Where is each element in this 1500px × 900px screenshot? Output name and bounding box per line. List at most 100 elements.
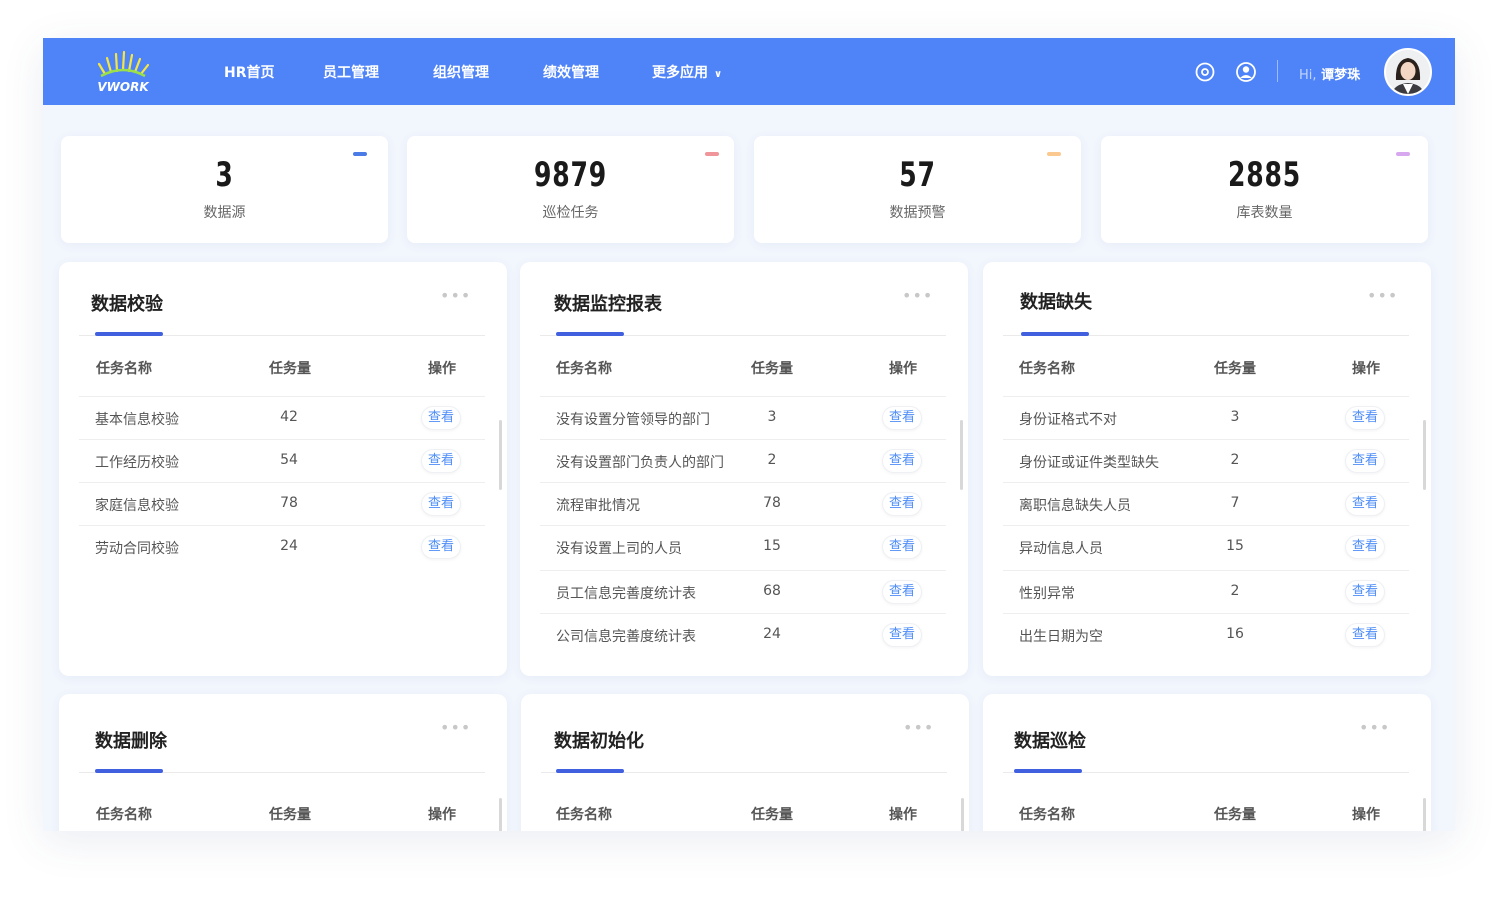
logo-text: VWORK bbox=[97, 80, 149, 94]
view-button[interactable]: 查看 bbox=[1345, 406, 1385, 430]
task-count: 7 bbox=[1230, 495, 1240, 511]
view-button[interactable]: 查看 bbox=[421, 492, 461, 516]
title-underline bbox=[556, 332, 624, 336]
stat-card-table-count[interactable]: 2885 库表数量 bbox=[1101, 136, 1428, 243]
task-name: 离职信息缺失人员 bbox=[1019, 498, 1131, 514]
stat-value: 57 bbox=[899, 155, 936, 195]
greeting-hi: Hi, bbox=[1299, 68, 1317, 83]
user-icon[interactable] bbox=[1235, 61, 1257, 83]
table-row: 员工信息完善度统计表 68 查看 bbox=[540, 570, 946, 613]
nav-more-apps-label: 更多应用 bbox=[652, 65, 708, 81]
more-options-icon[interactable]: ••• bbox=[440, 718, 471, 737]
view-button[interactable]: 查看 bbox=[1345, 492, 1385, 516]
stat-value: 9879 bbox=[533, 155, 608, 195]
task-name: 出生日期为空 bbox=[1019, 629, 1103, 645]
view-button[interactable]: 查看 bbox=[421, 449, 461, 473]
column-header-task-count: 任务量 bbox=[751, 361, 793, 377]
stat-value: 3 bbox=[215, 155, 234, 195]
task-count: 3 bbox=[1230, 409, 1240, 425]
task-count: 24 bbox=[280, 538, 298, 554]
view-button[interactable]: 查看 bbox=[421, 406, 461, 430]
scrollbar[interactable] bbox=[1423, 420, 1426, 490]
task-count: 24 bbox=[763, 626, 781, 642]
view-button[interactable]: 查看 bbox=[882, 406, 922, 430]
card-title: 数据监控报表 bbox=[554, 294, 662, 315]
stat-card-data-warnings[interactable]: 57 数据预警 bbox=[754, 136, 1081, 243]
column-header-task-count: 任务量 bbox=[751, 807, 793, 823]
stat-card-inspection-tasks[interactable]: 9879 巡检任务 bbox=[407, 136, 734, 243]
nav-organization-management[interactable]: 组织管理 bbox=[433, 62, 489, 82]
column-header-task-name: 任务名称 bbox=[556, 361, 612, 377]
view-button[interactable]: 查看 bbox=[882, 623, 922, 647]
more-options-icon[interactable]: ••• bbox=[440, 286, 471, 305]
card-data-monitoring-report: 数据监控报表 ••• 任务名称 任务量 操作 没有设置分管领导的部门 3 查看 … bbox=[520, 262, 968, 676]
nav-more-apps[interactable]: 更多应用 ∨ bbox=[652, 62, 722, 82]
column-header-task-name: 任务名称 bbox=[1019, 807, 1075, 823]
scrollbar[interactable] bbox=[961, 798, 964, 831]
task-name: 性别异常 bbox=[1019, 586, 1075, 602]
more-options-icon[interactable]: ••• bbox=[902, 286, 933, 305]
card-data-inspection: 数据巡检 ••• 任务名称 任务量 操作 bbox=[983, 694, 1431, 831]
nav-hr-home[interactable]: HR首页 bbox=[224, 62, 275, 82]
chevron-down-icon: ∨ bbox=[714, 69, 723, 80]
view-button[interactable]: 查看 bbox=[1345, 580, 1385, 604]
view-button[interactable]: 查看 bbox=[1345, 535, 1385, 559]
view-button[interactable]: 查看 bbox=[1345, 623, 1385, 647]
avatar[interactable] bbox=[1384, 48, 1432, 96]
task-count: 16 bbox=[1226, 626, 1244, 642]
column-header-task-count: 任务量 bbox=[1214, 361, 1256, 377]
column-header-action: 操作 bbox=[889, 807, 917, 823]
table-row: 基本信息校验 42 查看 bbox=[79, 396, 485, 439]
view-button[interactable]: 查看 bbox=[421, 535, 461, 559]
task-name: 劳动合同校验 bbox=[95, 541, 179, 557]
card-title: 数据巡检 bbox=[1014, 731, 1086, 752]
view-button[interactable]: 查看 bbox=[882, 492, 922, 516]
task-count: 15 bbox=[1226, 538, 1244, 554]
scrollbar[interactable] bbox=[960, 420, 963, 490]
column-header-task-count: 任务量 bbox=[1214, 807, 1256, 823]
settings-icon[interactable] bbox=[1194, 61, 1216, 83]
more-options-icon[interactable]: ••• bbox=[1359, 718, 1390, 737]
task-count: 3 bbox=[767, 409, 777, 425]
table-row: 身份证或证件类型缺失 2 查看 bbox=[1003, 439, 1409, 482]
column-header-task-count: 任务量 bbox=[269, 361, 311, 377]
task-count: 2 bbox=[767, 452, 777, 468]
task-name: 没有设置上司的人员 bbox=[556, 541, 682, 557]
top-navigation-bar: VWORK HR首页 员工管理 组织管理 绩效管理 更多应用 ∨ Hi, 谭梦珠 bbox=[43, 38, 1455, 105]
task-name: 基本信息校验 bbox=[95, 412, 179, 428]
table-row: 家庭信息校验 78 查看 bbox=[79, 482, 485, 525]
view-button[interactable]: 查看 bbox=[882, 449, 922, 473]
title-underline bbox=[95, 332, 163, 336]
logo-sunburst-icon bbox=[97, 50, 150, 78]
task-name: 家庭信息校验 bbox=[95, 498, 179, 514]
user-greeting[interactable]: Hi, 谭梦珠 bbox=[1299, 64, 1360, 83]
table-row: 性别异常 2 查看 bbox=[1003, 570, 1409, 613]
view-button[interactable]: 查看 bbox=[882, 535, 922, 559]
more-options-icon[interactable]: ••• bbox=[903, 718, 934, 737]
task-name: 公司信息完善度统计表 bbox=[556, 629, 696, 645]
task-name: 没有设置部门负责人的部门 bbox=[556, 455, 724, 471]
column-header-action: 操作 bbox=[1352, 807, 1380, 823]
nav-employee-management[interactable]: 员工管理 bbox=[323, 62, 379, 82]
scrollbar[interactable] bbox=[499, 420, 502, 490]
scrollbar[interactable] bbox=[1423, 798, 1426, 831]
stat-card-data-sources[interactable]: 3 数据源 bbox=[61, 136, 388, 243]
task-count: 54 bbox=[280, 452, 298, 468]
column-header-task-name: 任务名称 bbox=[1019, 361, 1075, 377]
view-button[interactable]: 查看 bbox=[882, 580, 922, 604]
more-options-icon[interactable]: ••• bbox=[1367, 286, 1398, 305]
task-name: 员工信息完善度统计表 bbox=[556, 586, 696, 602]
table-row: 出生日期为空 16 查看 bbox=[1003, 613, 1409, 656]
nav-performance-management[interactable]: 绩效管理 bbox=[543, 62, 599, 82]
header-divider bbox=[1277, 60, 1278, 82]
task-name: 异动信息人员 bbox=[1019, 541, 1103, 557]
table-row: 没有设置分管领导的部门 3 查看 bbox=[540, 396, 946, 439]
column-header-action: 操作 bbox=[889, 361, 917, 377]
vwork-logo[interactable]: VWORK bbox=[93, 50, 153, 94]
view-button[interactable]: 查看 bbox=[1345, 449, 1385, 473]
scrollbar[interactable] bbox=[499, 798, 502, 831]
title-underline bbox=[556, 769, 624, 773]
task-count: 15 bbox=[763, 538, 781, 554]
stat-accent-pill bbox=[705, 152, 719, 156]
title-underline bbox=[95, 769, 163, 773]
